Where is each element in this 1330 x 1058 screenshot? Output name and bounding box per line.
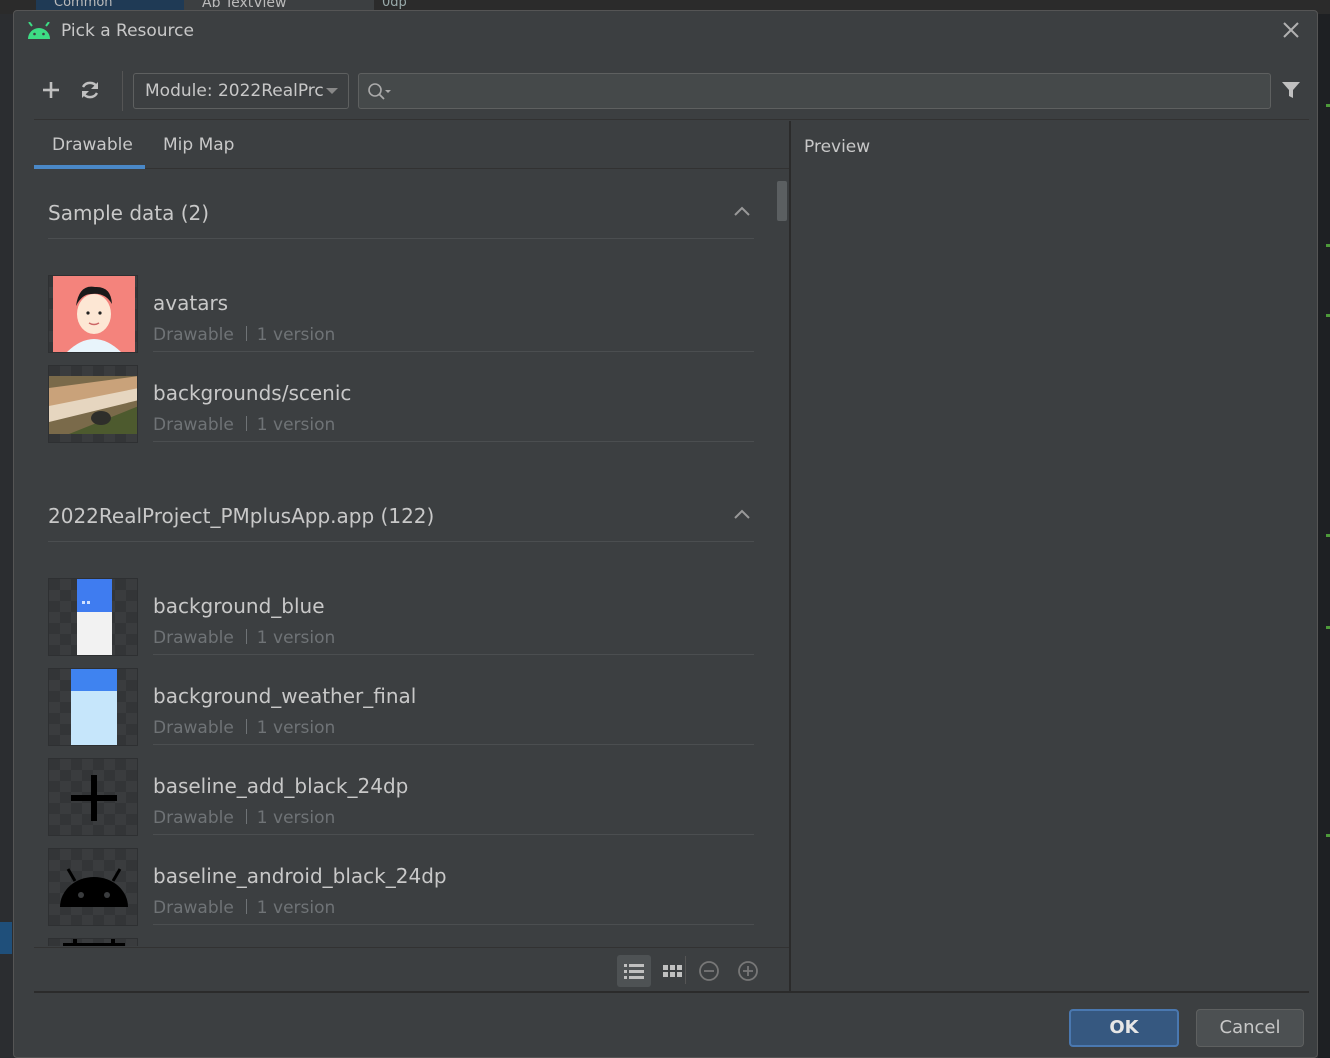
resource-type: Drawable xyxy=(153,718,234,738)
refresh-icon[interactable] xyxy=(79,79,101,101)
row-divider xyxy=(153,654,754,655)
background-left-edge xyxy=(0,922,12,954)
footer-divider xyxy=(34,991,1309,993)
resource-name: backgrounds/scenic xyxy=(153,381,352,405)
resource-type: Drawable xyxy=(153,415,234,435)
filter-icon[interactable] xyxy=(1280,79,1302,101)
close-icon[interactable] xyxy=(1280,19,1302,41)
section-title: 2022RealProject_PMplusApp.app (122) xyxy=(48,504,435,528)
search-input[interactable] xyxy=(358,73,1271,109)
dialog-toolbar: Module: 2022RealPrc xyxy=(34,71,1309,113)
section-header-app[interactable]: 2022RealProject_PMplusApp.app (122) xyxy=(48,474,754,542)
chevron-down-icon xyxy=(326,88,338,94)
list-item[interactable]: backgrounds/scenic Drawable 1 version xyxy=(48,365,754,455)
pick-resource-dialog: Pick a Resource Module: 2022RealPrc Draw… xyxy=(13,10,1318,1058)
list-item[interactable]: baseline_android_black_24dp Drawable 1 ve… xyxy=(48,848,754,938)
active-tab-indicator xyxy=(34,165,145,169)
resource-name: background_blue xyxy=(153,594,325,618)
toolbar-divider xyxy=(34,119,1309,120)
zoom-out-icon xyxy=(699,961,719,981)
search-icon xyxy=(368,83,391,100)
resource-type: Drawable xyxy=(153,325,234,345)
avatar-thumbnail xyxy=(48,275,138,353)
list-scrollbar[interactable] xyxy=(777,181,787,221)
resource-versions: 1 version xyxy=(256,898,336,918)
dialog-title: Pick a Resource xyxy=(61,21,194,41)
background-weather-thumbnail xyxy=(48,668,138,746)
list-view-button[interactable] xyxy=(617,955,651,987)
view-mode-bar xyxy=(34,947,789,991)
list-item[interactable]: baseline_add_black_24dp Drawable 1 versio… xyxy=(48,758,754,848)
resource-type: Drawable xyxy=(153,808,234,828)
pane-divider[interactable] xyxy=(789,121,791,991)
android-logo-icon xyxy=(28,22,50,39)
resource-meta: Drawable 1 version xyxy=(153,718,335,738)
resource-meta: Drawable 1 version xyxy=(153,415,335,435)
background-misc: 0dp xyxy=(382,0,407,10)
resource-type: Drawable xyxy=(153,898,234,918)
resource-name: background_weather_final xyxy=(153,684,417,708)
add-black-thumbnail xyxy=(48,758,138,836)
resource-list-pane: Drawable Mip Map Sample data (2) avatars… xyxy=(34,121,789,991)
background-tab-common: Common xyxy=(36,0,184,10)
section-header-sample-data[interactable]: Sample data (2) xyxy=(48,171,754,239)
resource-versions: 1 version xyxy=(256,808,336,828)
tab-mip-map[interactable]: Mip Map xyxy=(163,135,234,155)
list-item-partial[interactable] xyxy=(48,938,754,946)
dialog-titlebar: Pick a Resource xyxy=(14,11,1317,55)
background-tab-textview: Ab TextView xyxy=(184,0,374,10)
preview-label: Preview xyxy=(804,137,871,157)
resource-versions: 1 version xyxy=(256,325,336,345)
scenic-thumbnail xyxy=(48,365,138,443)
row-divider xyxy=(153,924,754,925)
add-icon[interactable] xyxy=(40,79,62,101)
module-dropdown-label: Module: 2022RealPrc xyxy=(145,81,324,101)
resource-type: Drawable xyxy=(153,628,234,648)
chevron-up-icon[interactable] xyxy=(734,205,750,217)
partial-thumbnail xyxy=(48,938,138,946)
resource-meta: Drawable 1 version xyxy=(153,325,335,345)
resource-versions: 1 version xyxy=(256,415,336,435)
resource-name: baseline_android_black_24dp xyxy=(153,864,447,888)
section-title: Sample data (2) xyxy=(48,201,210,225)
chevron-up-icon[interactable] xyxy=(734,508,750,520)
resource-name: avatars xyxy=(153,291,229,315)
row-divider xyxy=(153,834,754,835)
resource-tabs: Drawable Mip Map xyxy=(34,121,789,169)
module-dropdown[interactable]: Module: 2022RealPrc xyxy=(133,73,349,109)
list-view-icon xyxy=(624,964,644,979)
resource-meta: Drawable 1 version xyxy=(153,808,335,828)
list-item[interactable]: background_blue Drawable 1 version xyxy=(48,578,754,668)
resource-versions: 1 version xyxy=(256,628,336,648)
zoom-out-button[interactable] xyxy=(692,955,726,987)
zoom-in-icon xyxy=(738,961,758,981)
resource-meta: Drawable 1 version xyxy=(153,628,335,648)
resource-list[interactable]: Sample data (2) avatars Drawable 1 versi… xyxy=(34,171,789,946)
zoom-in-button[interactable] xyxy=(731,955,765,987)
row-divider xyxy=(153,744,754,745)
list-item[interactable]: background_weather_final Drawable 1 versi… xyxy=(48,668,754,758)
resource-meta: Drawable 1 version xyxy=(153,898,335,918)
background-blue-thumbnail xyxy=(48,578,138,656)
list-item[interactable]: avatars Drawable 1 version xyxy=(48,275,754,365)
android-black-thumbnail xyxy=(48,848,138,926)
ok-button[interactable]: OK xyxy=(1069,1009,1179,1047)
toolbar-separator xyxy=(122,71,123,111)
resource-versions: 1 version xyxy=(256,718,336,738)
tab-drawable[interactable]: Drawable xyxy=(52,135,133,155)
row-divider xyxy=(153,351,754,352)
resource-name: baseline_add_black_24dp xyxy=(153,774,409,798)
row-divider xyxy=(153,441,754,442)
cancel-button[interactable]: Cancel xyxy=(1196,1009,1304,1047)
view-bar-separator xyxy=(685,956,686,984)
background-right-edge xyxy=(1318,14,1330,1058)
